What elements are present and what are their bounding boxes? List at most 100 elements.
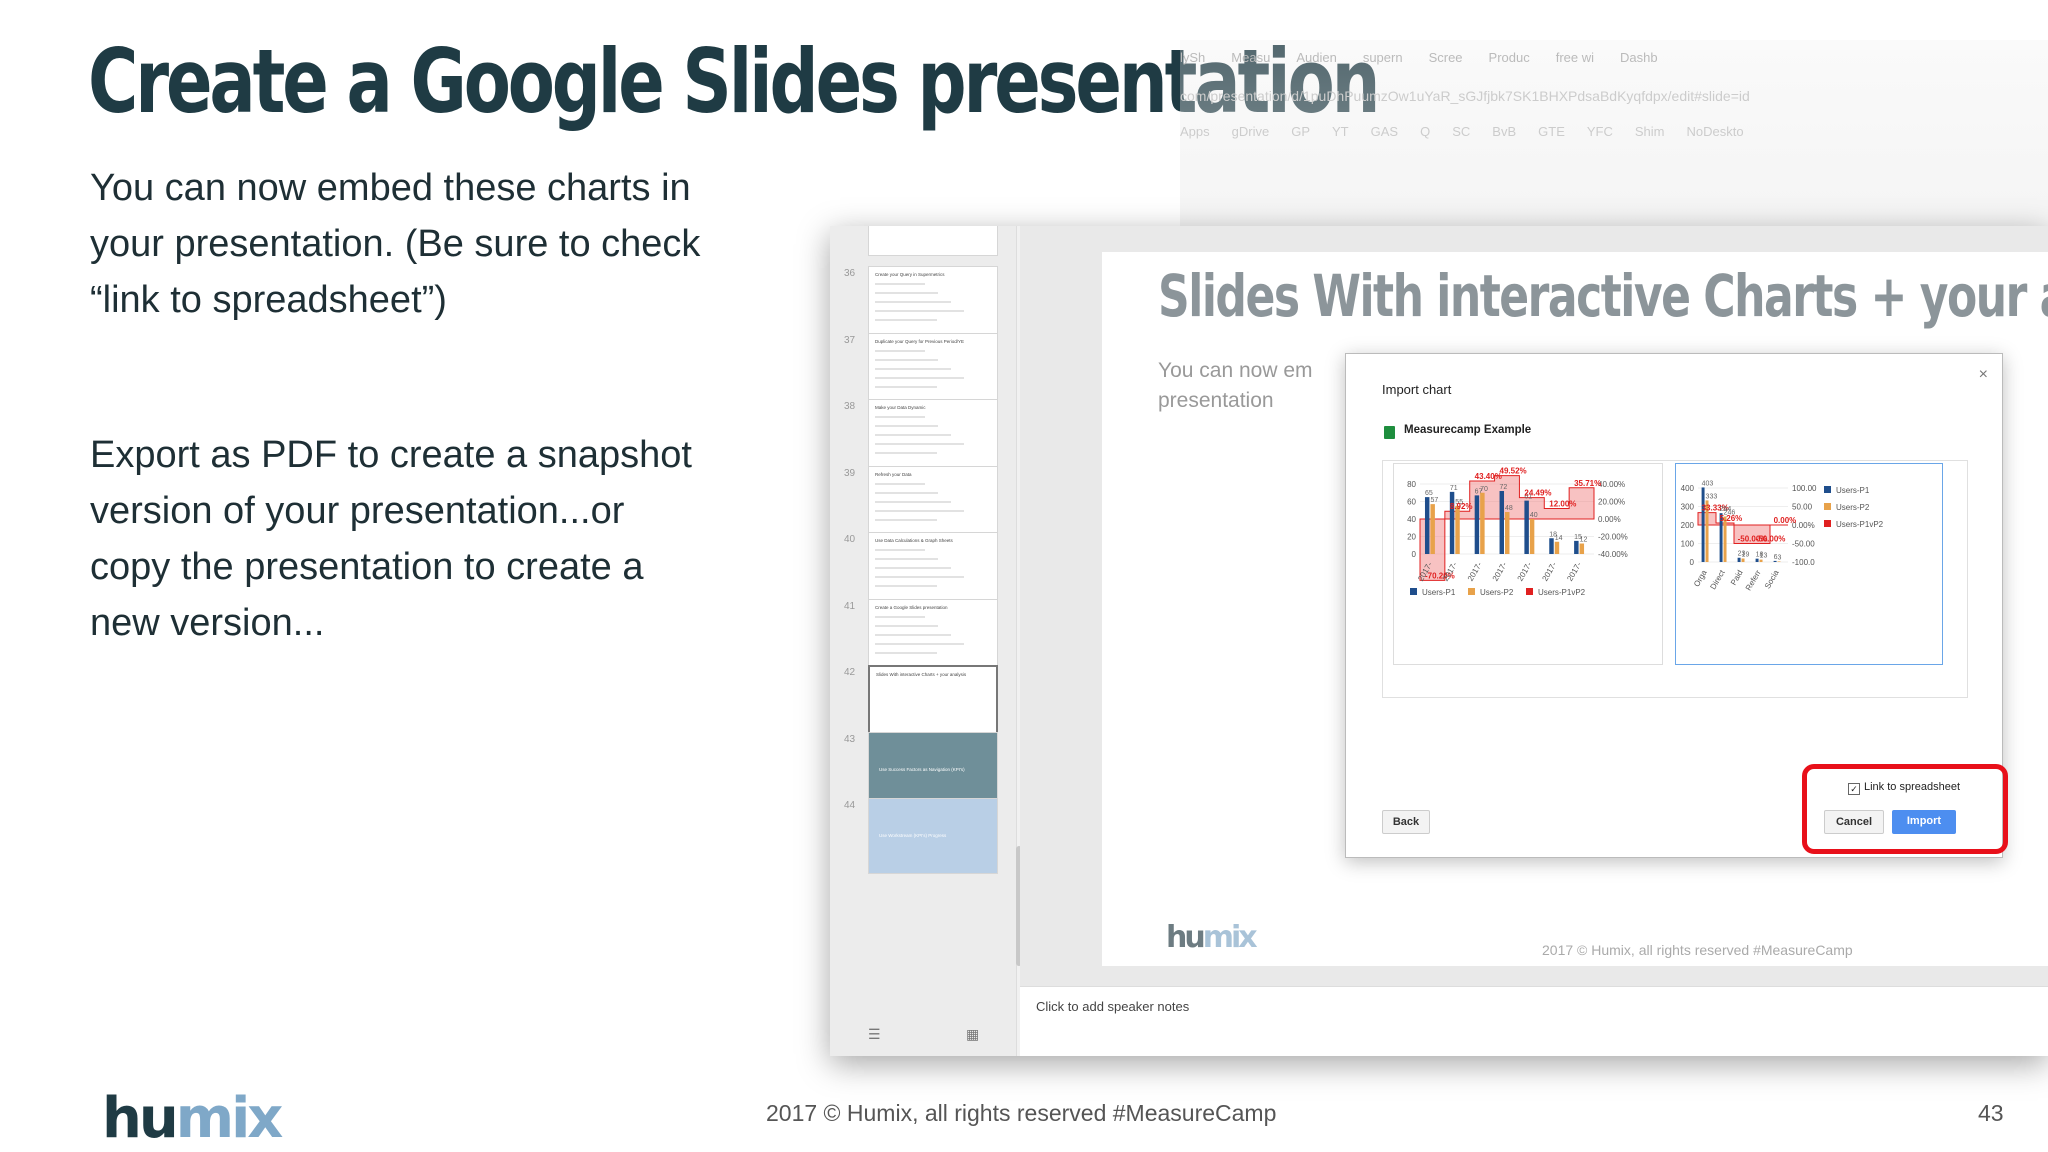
thumbnail-text-line <box>875 376 964 379</box>
thumbnail-text-line <box>875 509 964 512</box>
legend-label: Users-P1vP2 <box>1836 520 1884 529</box>
browser-tab[interactable]: Measu <box>1231 50 1270 65</box>
slide-thumbnail-title: Slides With interactive Charts + your an… <box>876 672 967 677</box>
browser-tab[interactable]: Dashb <box>1620 50 1658 65</box>
thumbnail-text-line <box>875 416 925 418</box>
chart-1-svg: 0 20 40 60 80 -40.00% -20.00% 0.00% 20.00% 40.00%… <box>1407 467 1628 597</box>
slide-thumbnail[interactable]: Make your Data Dynamic <box>868 399 998 475</box>
url-bar[interactable]: com/presentation/d/1puDhPuumzOw1uYaR_sGJ… <box>1180 88 1750 104</box>
y2-tick-label: 40.00% <box>1598 480 1625 489</box>
highlight-annotation <box>1802 764 2008 854</box>
source-spreadsheet-name: Measurecamp Example <box>1404 424 1532 436</box>
thumbnail-text-line <box>875 633 951 636</box>
intro-line: your presentation. (Be sure to check <box>90 223 701 265</box>
bookmark-item[interactable]: GAS <box>1371 124 1398 139</box>
slide-number: 37 <box>844 334 856 346</box>
browser-tab[interactable]: supern <box>1363 50 1403 65</box>
bookmark-item[interactable]: Apps <box>1180 124 1210 139</box>
slide-thumbnail-partial[interactable] <box>868 226 998 256</box>
browser-tab[interactable]: free wi <box>1556 50 1594 65</box>
bookmark-item[interactable]: Shim <box>1635 124 1665 139</box>
legend-label: Users-P1vP2 <box>1538 588 1586 597</box>
thumbnail-text-line <box>875 567 951 569</box>
bookmark-item[interactable]: NoDeskto <box>1687 124 1744 139</box>
thumbnail-text-line <box>875 349 925 352</box>
bookmark-item[interactable]: YFC <box>1587 124 1613 139</box>
slide-thumbnail[interactable]: Use Data Calculations & Graph Sheets <box>868 532 998 608</box>
intro-line: You can now embed these charts in <box>90 167 691 209</box>
back-button[interactable]: Back <box>1382 810 1430 834</box>
bar <box>1777 561 1781 562</box>
slide-thumbnail[interactable]: Use Success Factors as Navigation (KPI's… <box>868 731 998 808</box>
browser-tab[interactable]: Audien <box>1296 50 1336 65</box>
bookmark-item[interactable]: SC <box>1452 124 1470 139</box>
page-number: 43 <box>1978 1100 2004 1126</box>
y-tick-label: 100 <box>1681 540 1695 549</box>
logo-hu: hu <box>102 1086 179 1151</box>
y2-tick-label: -40.00% <box>1598 550 1628 559</box>
x-tick-label: Direct <box>1708 568 1727 591</box>
slide-number: 43 <box>844 733 856 745</box>
bookmark-item[interactable]: gDrive <box>1232 124 1270 139</box>
bookmark-item[interactable]: BvB <box>1492 124 1516 139</box>
slide-thumbnail-title: Create your Query in Supermetrics <box>875 272 945 277</box>
intro-line: “link to spreadsheet”) <box>90 279 447 321</box>
spreadsheet-icon <box>1384 426 1395 439</box>
y-tick-label: 300 <box>1681 503 1695 512</box>
browser-tab[interactable]: Produc <box>1489 50 1530 65</box>
ratio-data-label: 12.00% <box>1549 500 1576 509</box>
slide-thumbnail[interactable]: Create your Query in Supermetrics <box>868 266 998 342</box>
chart-option-2[interactable]: 0 100 200 300 400 -100.0 -50.00 0.00% 50.00 100.0… <box>1675 463 1943 665</box>
y2-tick-label: 20.00% <box>1598 498 1625 507</box>
slide-thumbnail[interactable]: Duplicate your Query for Previous Period… <box>868 332 998 409</box>
ratio-data-label: 8.92% <box>1450 502 1473 511</box>
bar <box>1723 516 1727 562</box>
grid-view-icon[interactable]: ▦ <box>966 1026 979 1043</box>
chart-option-1[interactable]: 0 20 40 60 80 -40.00% -20.00% 0.00% 20.00% 40.00%… <box>1393 463 1663 665</box>
speaker-notes-placeholder: Click to add speaker notes <box>1036 999 1190 1014</box>
thumbnail-text-line <box>875 615 925 618</box>
thumbnail-text-line <box>875 310 964 312</box>
ratio-data-label: -50.00% <box>1756 535 1786 544</box>
slide-thumbnail-title: Use Success Factors as Navigation (KPI's… <box>879 766 965 772</box>
logo-mix: mix <box>175 1086 284 1151</box>
slide-number: 38 <box>844 401 856 412</box>
slide-thumbnail-title: Make your Data Dynamic <box>875 405 926 410</box>
legend-label: Users-P2 <box>1480 588 1514 597</box>
y-tick-label: 0 <box>1412 550 1417 559</box>
thumbnail-text-line <box>875 443 964 445</box>
legend-swatch <box>1526 588 1533 595</box>
thumbnail-text-line <box>875 425 938 427</box>
slide-thumbnail[interactable]: Create a Google Slides presentation <box>868 598 998 675</box>
legend-swatch <box>1824 486 1831 493</box>
browser-tab[interactable]: lySh <box>1180 50 1205 65</box>
bar <box>1474 495 1480 554</box>
close-icon[interactable]: × <box>1979 366 1988 384</box>
bookmark-item[interactable]: YT <box>1332 124 1349 139</box>
slide-thumbnail[interactable]: Slides With interactive Charts + your an… <box>868 665 998 741</box>
x-tick-label: Paid <box>1729 569 1745 587</box>
list-view-icon[interactable]: ☰ <box>868 1026 881 1043</box>
dialog-title: Import chart <box>1382 382 1452 397</box>
chart-selection-panel: 0 20 40 60 80 -40.00% -20.00% 0.00% 20.00% 40.00%… <box>1382 460 1968 698</box>
browser-tab[interactable]: Scree <box>1429 50 1463 65</box>
bookmarks-bar: Apps gDrive GP YT GAS Q SC BvB GTE YFC Shim NoDeskt… <box>1180 124 1766 139</box>
thumbnail-text-line <box>875 518 937 521</box>
bookmark-item[interactable]: Q <box>1420 124 1430 139</box>
bar <box>1773 560 1777 562</box>
y2-tick-label: -100.0 <box>1792 558 1815 567</box>
data-label: 40 <box>1530 512 1538 519</box>
browser-tabs: lySh Measu Audien supern Scree Produc free wi D… <box>1180 50 1684 65</box>
thumbnail-text-line <box>875 642 964 645</box>
slide-thumbnail[interactable]: Use Workstream (KPI's) Progress <box>868 798 998 874</box>
thumbnail-text-line <box>875 367 951 370</box>
speaker-notes[interactable]: Click to add speaker notes <box>1020 986 2048 1056</box>
y-tick-label: 60 <box>1407 498 1416 507</box>
thumbnail-text-line <box>875 651 937 654</box>
x-tick-label: 2017- <box>1516 560 1534 583</box>
bar <box>1574 540 1579 554</box>
slide-logo-hu: hu <box>1166 920 1206 955</box>
slide-thumbnail[interactable]: Refresh your Data <box>868 465 998 542</box>
bookmark-item[interactable]: GTE <box>1538 124 1565 139</box>
bookmark-item[interactable]: GP <box>1291 124 1310 139</box>
